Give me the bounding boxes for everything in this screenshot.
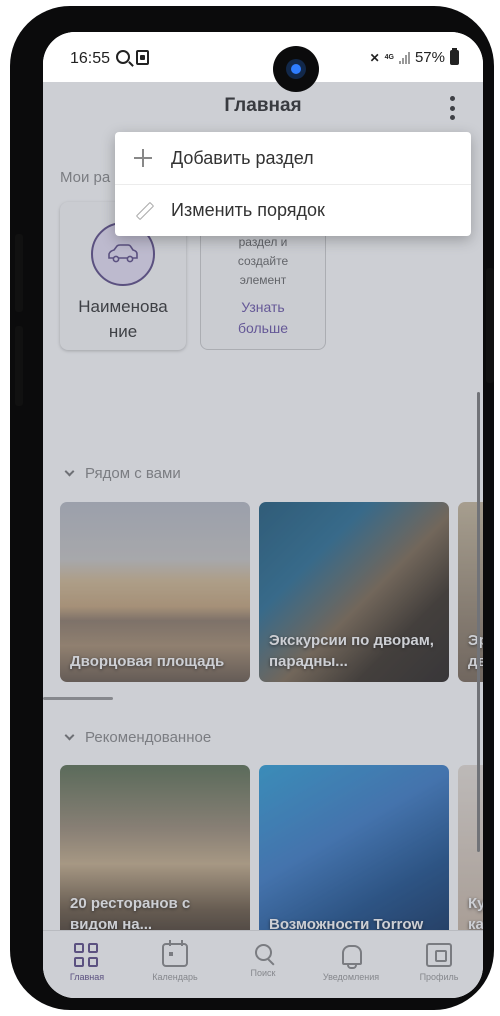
- pencil-icon: [133, 201, 153, 221]
- phone-frame: 16:55 ✕ 4G 57% Главная Мои ра Наименова …: [10, 6, 494, 1010]
- status-bar: 16:55 ✕ 4G 57%: [43, 32, 483, 82]
- menu-item-label: Изменить порядок: [171, 200, 325, 220]
- mute-icon: ✕: [369, 50, 380, 65]
- screen: 16:55 ✕ 4G 57% Главная Мои ра Наименова …: [43, 32, 483, 998]
- menu-item-label: Добавить раздел: [171, 147, 314, 168]
- front-camera: [273, 46, 319, 92]
- search-notification-icon: [116, 50, 130, 64]
- signal-icon: [398, 51, 410, 64]
- volume-down-button: [15, 326, 23, 406]
- status-icons: ✕ 4G 57%: [369, 48, 459, 66]
- battery-percent: 57%: [414, 49, 445, 66]
- status-time: 16:55: [70, 50, 111, 67]
- network-4g-icon: 4G: [384, 54, 394, 61]
- plus-icon: [133, 148, 153, 168]
- options-menu: Добавить раздел Изменить порядок: [115, 132, 471, 236]
- power-button: [486, 268, 494, 383]
- menu-item-reorder[interactable]: Изменить порядок: [115, 184, 471, 236]
- volume-up-button: [15, 234, 23, 312]
- battery-icon: [450, 48, 459, 65]
- app-notification-icon: [136, 50, 149, 65]
- menu-item-add-section[interactable]: Добавить раздел: [115, 132, 471, 184]
